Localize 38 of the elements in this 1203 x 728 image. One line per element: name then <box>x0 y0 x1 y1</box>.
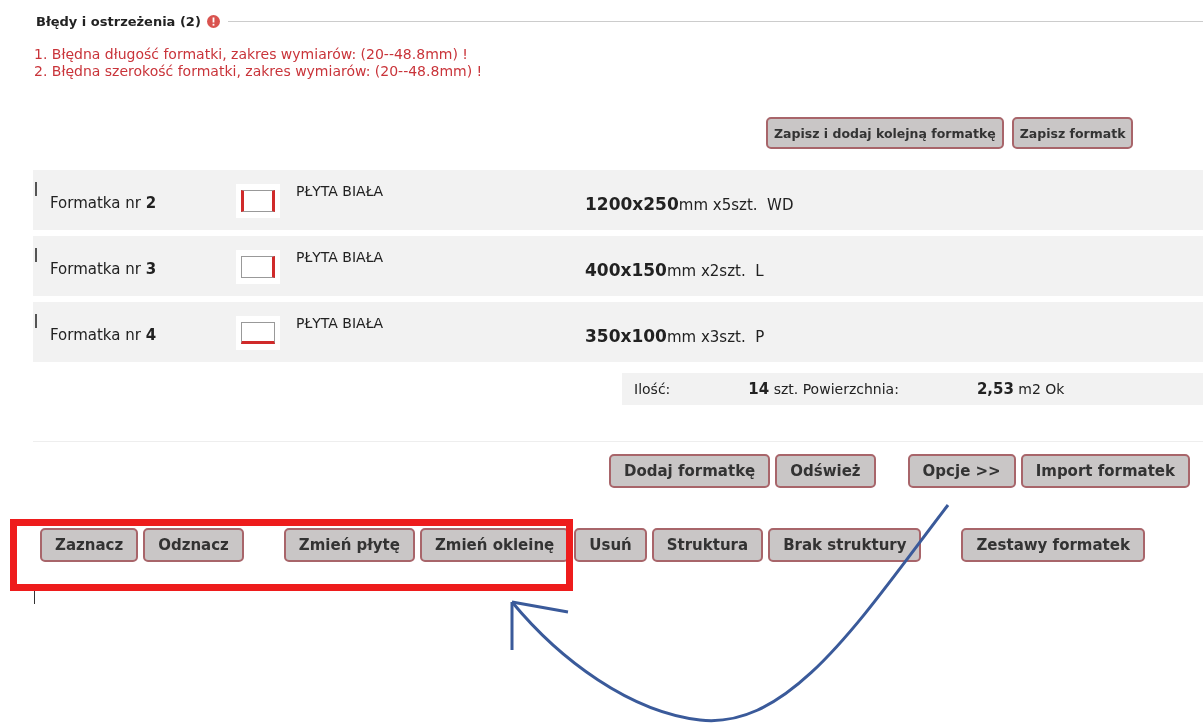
save-button[interactable]: Zapisz i dodaj kolejną formatkę <box>766 117 1004 149</box>
summary-text: Ilość: <box>634 381 671 397</box>
edge-banding-icon <box>236 250 280 284</box>
action-button[interactable]: Struktura <box>651 528 764 562</box>
panel-dimensions: 350x100mm x3szt. P <box>585 326 765 346</box>
row-marker <box>35 248 37 262</box>
summary-text: 14 szt. Powierzchnia: <box>748 380 899 398</box>
action-button[interactable]: Import formatek <box>1020 454 1190 488</box>
section-title: Błędy i ostrzeżenia (2) <box>36 13 201 29</box>
action-button[interactable]: Zestawy formatek <box>961 528 1145 562</box>
action-button[interactable]: Zmień płytę <box>283 528 415 562</box>
panel-row[interactable]: Formatka nr 3 PŁYTA BIAŁA 400x150mm x2szt. L <box>33 236 1203 296</box>
row-marker <box>35 314 37 328</box>
warning-icon <box>206 14 220 28</box>
row-marker <box>35 182 37 196</box>
material-name: PŁYTA BIAŁA <box>296 183 385 199</box>
summary-text: 2,53 m2 Ok <box>976 380 1065 398</box>
error-message: 2. Błędna szerokość formatki, zakres wymiarów: (20--48.8mm) ! <box>34 63 484 80</box>
panel-dimensions: 1200x250mm x5szt. WD <box>585 194 794 214</box>
action-button[interactable]: Dodaj formatkę <box>609 454 771 488</box>
panel-name: Formatka nr 3 <box>50 260 158 278</box>
panel-dimensions: 400x150mm x2szt. L <box>585 260 764 280</box>
action-button[interactable]: Odśwież <box>775 454 876 488</box>
action-button[interactable]: Zaznacz <box>40 528 139 562</box>
action-button[interactable]: Usuń <box>574 528 647 562</box>
edge-banding-icon <box>236 184 280 218</box>
panel-row[interactable]: Formatka nr 2 PŁYTA BIAŁA 1200x250mm x5szt. WD <box>33 170 1203 230</box>
save-button[interactable]: Zapisz formatk <box>1011 117 1134 149</box>
panel-name: Formatka nr 2 <box>50 194 158 212</box>
material-name: PŁYTA BIAŁA <box>296 315 385 331</box>
action-button[interactable]: Odznacz <box>143 528 244 562</box>
panel-row[interactable]: Formatka nr 4 PŁYTA BIAŁA 350x100mm x3szt. P <box>33 302 1203 362</box>
action-button[interactable]: Opcje >> <box>907 454 1016 488</box>
edge-banding-icon <box>236 316 280 350</box>
material-name: PŁYTA BIAŁA <box>296 249 385 265</box>
panel-name: Formatka nr 4 <box>50 326 158 344</box>
error-message: 1. Błędna długość formatki, zakres wymiarów: (20--48.8mm) ! <box>34 46 469 63</box>
action-button[interactable]: Brak struktury <box>768 528 922 562</box>
